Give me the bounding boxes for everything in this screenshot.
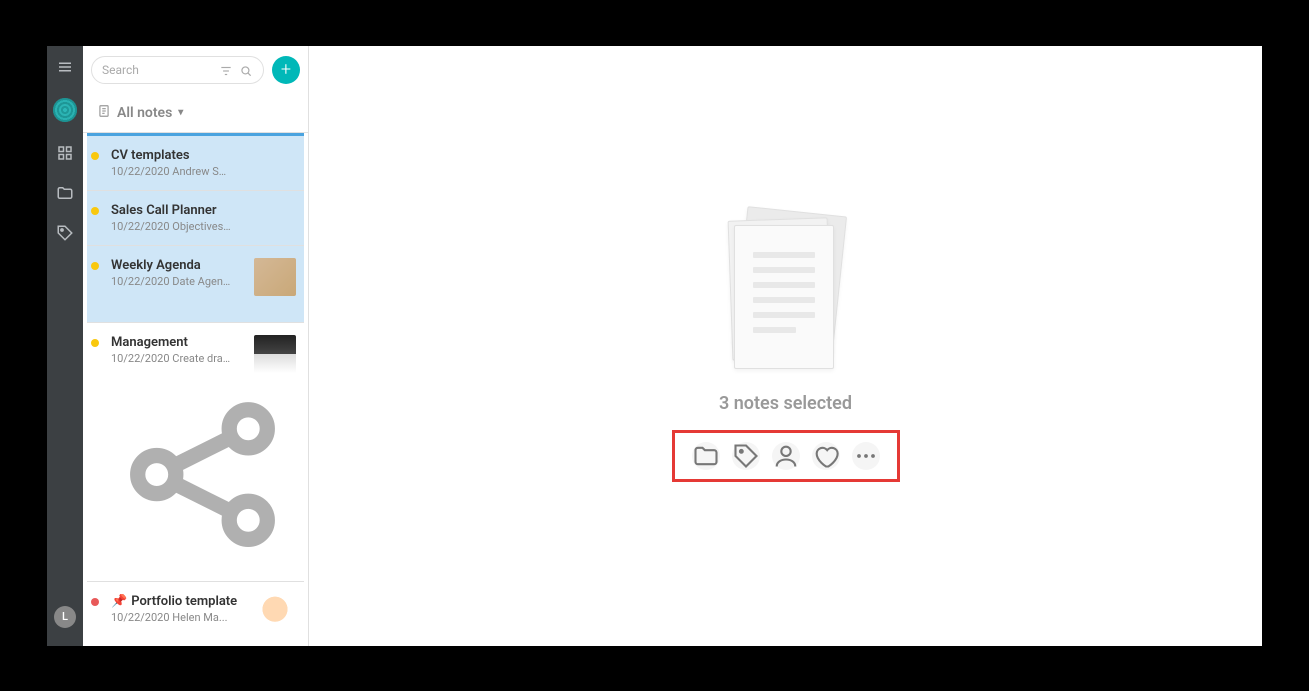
color-dot (91, 207, 99, 215)
add-note-button[interactable]: + (272, 56, 300, 84)
pin-icon: 📌 (111, 594, 127, 609)
note-title: Sales Call Planner (111, 203, 294, 218)
action-bar (684, 434, 888, 478)
search-icon[interactable] (239, 63, 253, 77)
move-to-folder-button[interactable] (692, 442, 720, 470)
note-icon (97, 104, 111, 122)
notelist-title-dropdown[interactable]: All notes ▾ (83, 94, 308, 133)
share-icon (111, 642, 294, 646)
menu-icon[interactable] (56, 58, 74, 76)
grid-icon[interactable] (56, 144, 74, 162)
search-box[interactable] (91, 56, 264, 84)
icon-sidebar: L (47, 46, 83, 646)
color-dot (91, 598, 99, 606)
folder-icon[interactable] (56, 184, 74, 202)
chevron-down-icon: ▾ (178, 107, 183, 118)
note-item[interactable]: Weekly Agenda 10/22/2020 Date Agen... (87, 246, 304, 323)
note-meta: 10/22/2020 Helen Ma... (111, 611, 231, 624)
filter-icon[interactable] (219, 63, 233, 77)
note-meta: 10/22/2020 Objectives 💢 Schedule ... (111, 220, 231, 233)
note-thumbnail (254, 258, 296, 296)
note-title: CV templates (111, 148, 294, 163)
note-thumbnail (254, 594, 296, 632)
app-logo-icon[interactable] (53, 98, 77, 122)
note-item[interactable]: Sales Call Planner 10/22/2020 Objectives… (87, 191, 304, 246)
note-item[interactable]: 📌 Portfolio template 10/22/2020 Helen Ma… (87, 582, 304, 646)
notes-scroll-area[interactable]: CV templates 10/22/2020 Andrew Smith Dat… (83, 133, 308, 646)
notelist-header: + (83, 46, 308, 94)
note-meta: 10/22/2020 Create dra... (111, 352, 231, 365)
add-tag-button[interactable] (732, 442, 760, 470)
selection-count-text: 3 notes selected (719, 393, 852, 414)
app-window: L + All notes ▾ (47, 46, 1262, 646)
note-meta: 10/22/2020 Date Agen... (111, 275, 231, 288)
share-icon (111, 383, 294, 569)
color-dot (91, 152, 99, 160)
note-item[interactable]: CV templates 10/22/2020 Andrew Smith Dat… (87, 133, 304, 191)
favorite-button[interactable] (812, 442, 840, 470)
document-stack-icon (726, 213, 846, 373)
note-thumbnail (254, 335, 296, 373)
user-avatar[interactable]: L (54, 606, 76, 628)
note-meta: 10/22/2020 Andrew Smith Date of bi... (111, 165, 231, 178)
selection-illustration: 3 notes selected (684, 213, 888, 478)
note-item[interactable]: Management 10/22/2020 Create dra... (87, 323, 304, 582)
note-list-panel: + All notes ▾ CV templates 10/22/2020 An… (83, 46, 309, 646)
color-dot (91, 339, 99, 347)
color-dot (91, 262, 99, 270)
share-button[interactable] (772, 442, 800, 470)
notelist-title-text: All notes (117, 105, 172, 121)
tag-icon[interactable] (56, 224, 74, 242)
search-input[interactable] (102, 63, 213, 77)
main-content-area: 3 notes selected (309, 46, 1262, 646)
more-actions-button[interactable] (852, 442, 880, 470)
